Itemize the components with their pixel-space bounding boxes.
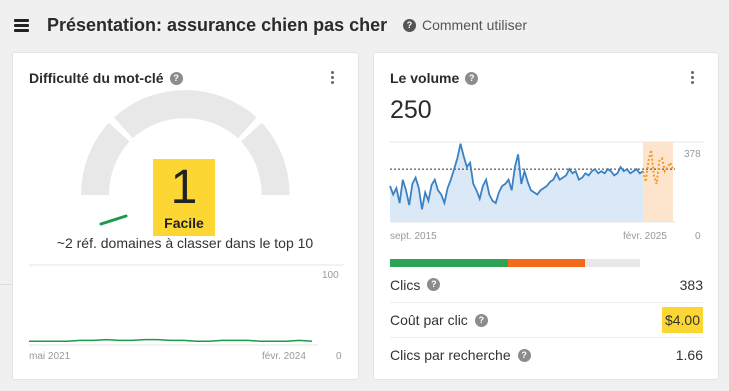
metric-row-clicks: Clics? 383	[390, 267, 703, 302]
distribution-segment-1	[507, 259, 585, 267]
question-icon[interactable]: ?	[427, 278, 441, 291]
cpc-label: Coût par clic	[390, 312, 468, 328]
question-icon[interactable]: ?	[474, 313, 488, 327]
distribution-segment-2	[585, 259, 640, 267]
volume-y-min-label: 0	[695, 231, 701, 242]
volume-x-start-label: sept. 2015	[390, 231, 437, 242]
metric-row-cpc: Coût par clic? $4.00	[390, 302, 703, 337]
clicks-label: Clics	[390, 276, 421, 293]
volume-x-end-label: févr. 2025	[623, 231, 667, 242]
clicks-per-search-value: 1.66	[675, 347, 703, 363]
distribution-segment-0	[390, 259, 508, 267]
volume-y-max-label: 378	[684, 149, 701, 160]
cpc-value: $4.00	[661, 307, 703, 333]
clicks-per-search-label: Clics par recherche	[390, 347, 511, 363]
traffic-distribution-bar	[390, 259, 640, 267]
clicks-value: 383	[679, 276, 703, 293]
volume-area	[390, 143, 643, 222]
metric-row-clicks-per-search: Clics par recherche? 1.66	[390, 337, 703, 372]
question-icon[interactable]: ?	[517, 348, 531, 362]
forecast-area	[643, 142, 673, 222]
